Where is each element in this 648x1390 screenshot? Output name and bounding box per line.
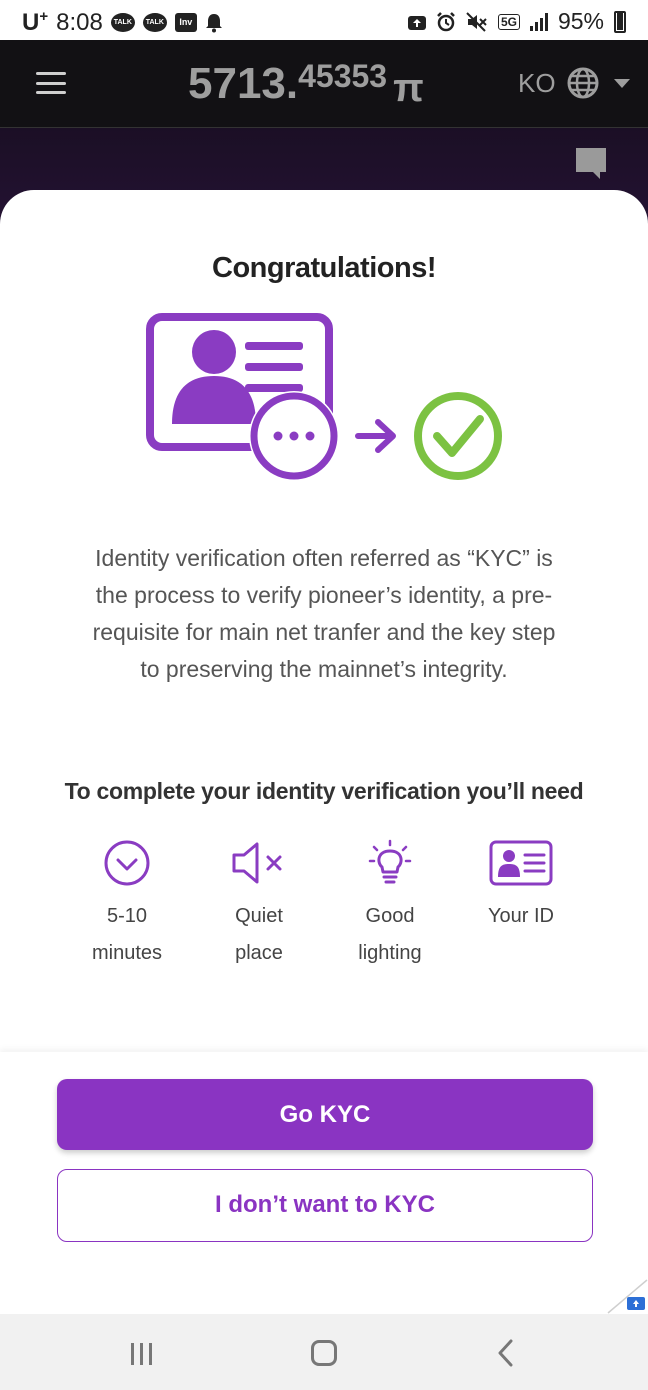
alarm-icon xyxy=(437,11,455,31)
requirement-line2: minutes xyxy=(91,942,163,964)
clock-time: 8:08 xyxy=(56,8,103,36)
battery-icon xyxy=(614,10,626,33)
id-card-icon xyxy=(489,840,553,886)
system-nav-bar xyxy=(0,1314,648,1390)
status-right: 5G 95% xyxy=(407,8,626,35)
requirement-line1: Quiet xyxy=(235,905,283,927)
home-icon[interactable] xyxy=(311,1340,337,1366)
lightbulb-icon xyxy=(368,839,412,884)
globe-icon xyxy=(567,67,599,99)
requirement-line2: lighting xyxy=(358,942,422,964)
go-kyc-button[interactable]: Go KYC xyxy=(57,1079,593,1150)
balance-decimal: 45353 xyxy=(298,58,388,94)
status-bar: U+ 8:08 TALK TALK Inv 5G 95% xyxy=(0,0,648,40)
requirement-quiet: Quiet place xyxy=(194,838,324,972)
requirement-line1: Your ID xyxy=(488,905,554,927)
requirements-title: To complete your identity verification y… xyxy=(64,778,584,804)
language-selector[interactable]: KO xyxy=(518,66,630,100)
talk-notification-icon: TALK xyxy=(110,13,135,32)
network-type: 5G xyxy=(497,13,520,30)
arrow-right-icon xyxy=(355,419,396,453)
decline-kyc-button[interactable]: I don’t want to KYC xyxy=(57,1169,593,1242)
chat-icon[interactable] xyxy=(574,146,608,180)
requirement-line2: place xyxy=(235,942,283,964)
mute-icon xyxy=(466,11,487,32)
pi-balance: 5713. 45353 π xyxy=(188,54,424,122)
requirement-line1: Good xyxy=(365,905,415,927)
requirement-lighting: Good lighting xyxy=(325,838,455,972)
pending-dots-icon xyxy=(249,391,339,481)
talk-notification-icon: TALK xyxy=(142,13,167,32)
kyc-modal: Congratulations! Identity verification o… xyxy=(0,190,648,1314)
battery-percentage: 95% xyxy=(557,8,604,34)
menu-icon[interactable] xyxy=(36,72,66,94)
carrier-sup: + xyxy=(39,8,49,25)
status-left: U+ 8:08 TALK TALK Inv xyxy=(22,8,223,37)
folder-upload-icon xyxy=(607,1279,648,1314)
back-icon[interactable] xyxy=(496,1338,514,1368)
kyc-screen: U+ 8:08 TALK TALK Inv 5G 95% 5713. 45353… xyxy=(0,0,648,1390)
carrier-text: U xyxy=(22,9,40,36)
language-code: KO xyxy=(518,67,556,98)
clock-icon xyxy=(104,840,150,886)
carrier-label: U+ xyxy=(22,8,48,37)
requirement-line1: 5-10 xyxy=(106,905,148,927)
pi-symbol: π xyxy=(393,66,424,110)
modal-footer: Go KYC I don’t want to KYC xyxy=(0,1052,648,1314)
chevron-down-icon xyxy=(613,78,630,88)
requirement-id: Your ID xyxy=(456,838,586,935)
check-circle-icon xyxy=(414,392,502,480)
recent-apps-icon[interactable] xyxy=(131,1343,152,1365)
modal-title: Congratulations! xyxy=(212,252,437,284)
upload-box-icon xyxy=(407,15,426,30)
bell-icon xyxy=(205,13,222,32)
app-header: 5713. 45353 π KO xyxy=(0,40,648,128)
balance-integer: 5713. xyxy=(188,59,299,108)
speaker-mute-icon xyxy=(232,842,282,884)
signal-strength-icon xyxy=(529,12,548,31)
inv-notification-icon: Inv xyxy=(174,13,197,32)
kyc-illustration xyxy=(146,313,502,481)
kyc-description: Identity verification often referred as … xyxy=(92,545,556,682)
requirement-time: 5-10 minutes xyxy=(62,838,192,972)
